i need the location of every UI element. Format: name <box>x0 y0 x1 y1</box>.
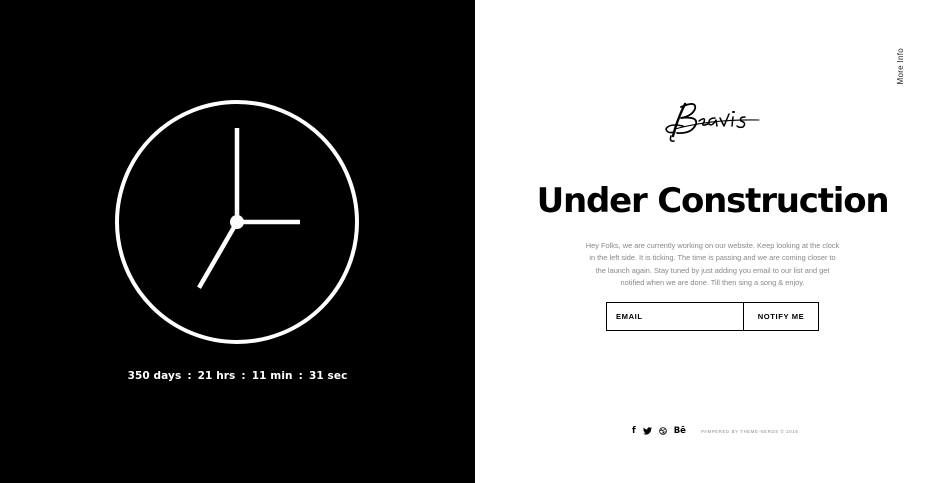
countdown-separator: : <box>298 370 303 382</box>
intro-text: Hey Folks, we are currently working on o… <box>585 241 840 288</box>
more-info-link[interactable]: More Info <box>896 48 905 85</box>
clock-hour-hand <box>197 220 239 289</box>
copyright-text: PAMPERED BY THEME-NERDS © 2016 <box>700 428 799 434</box>
countdown-hours: 21 hrs <box>197 370 236 382</box>
twitter-icon[interactable] <box>642 426 652 436</box>
countdown: 350 days:21 hrs:11 min:31 sec <box>0 370 475 382</box>
page-title: Under Construction <box>536 181 890 221</box>
notify-form: NOTIFY ME <box>606 302 819 331</box>
clock-center-dot <box>230 215 244 229</box>
dribbble-icon[interactable] <box>658 426 667 436</box>
facebook-icon[interactable]: f <box>632 426 636 436</box>
clock <box>115 100 359 344</box>
countdown-minutes: 11 min <box>251 370 293 382</box>
social-links: f Bē <box>632 426 686 436</box>
countdown-days: 350 days <box>127 370 182 382</box>
notify-me-button[interactable]: NOTIFY ME <box>744 303 818 330</box>
countdown-separator: : <box>241 370 246 382</box>
behance-icon[interactable]: Bē <box>674 426 686 436</box>
email-input[interactable] <box>607 303 744 330</box>
footer: f Bē PAMPERED BY THEME-NERDS © 2016 <box>632 425 798 437</box>
clock-panel: 350 days:21 hrs:11 min:31 sec <box>0 0 475 483</box>
content-panel: More Info Under Construction Hey Folks, … <box>475 0 950 483</box>
countdown-seconds: 31 sec <box>308 370 348 382</box>
countdown-separator: : <box>187 370 192 382</box>
beavis-logo <box>665 102 760 142</box>
